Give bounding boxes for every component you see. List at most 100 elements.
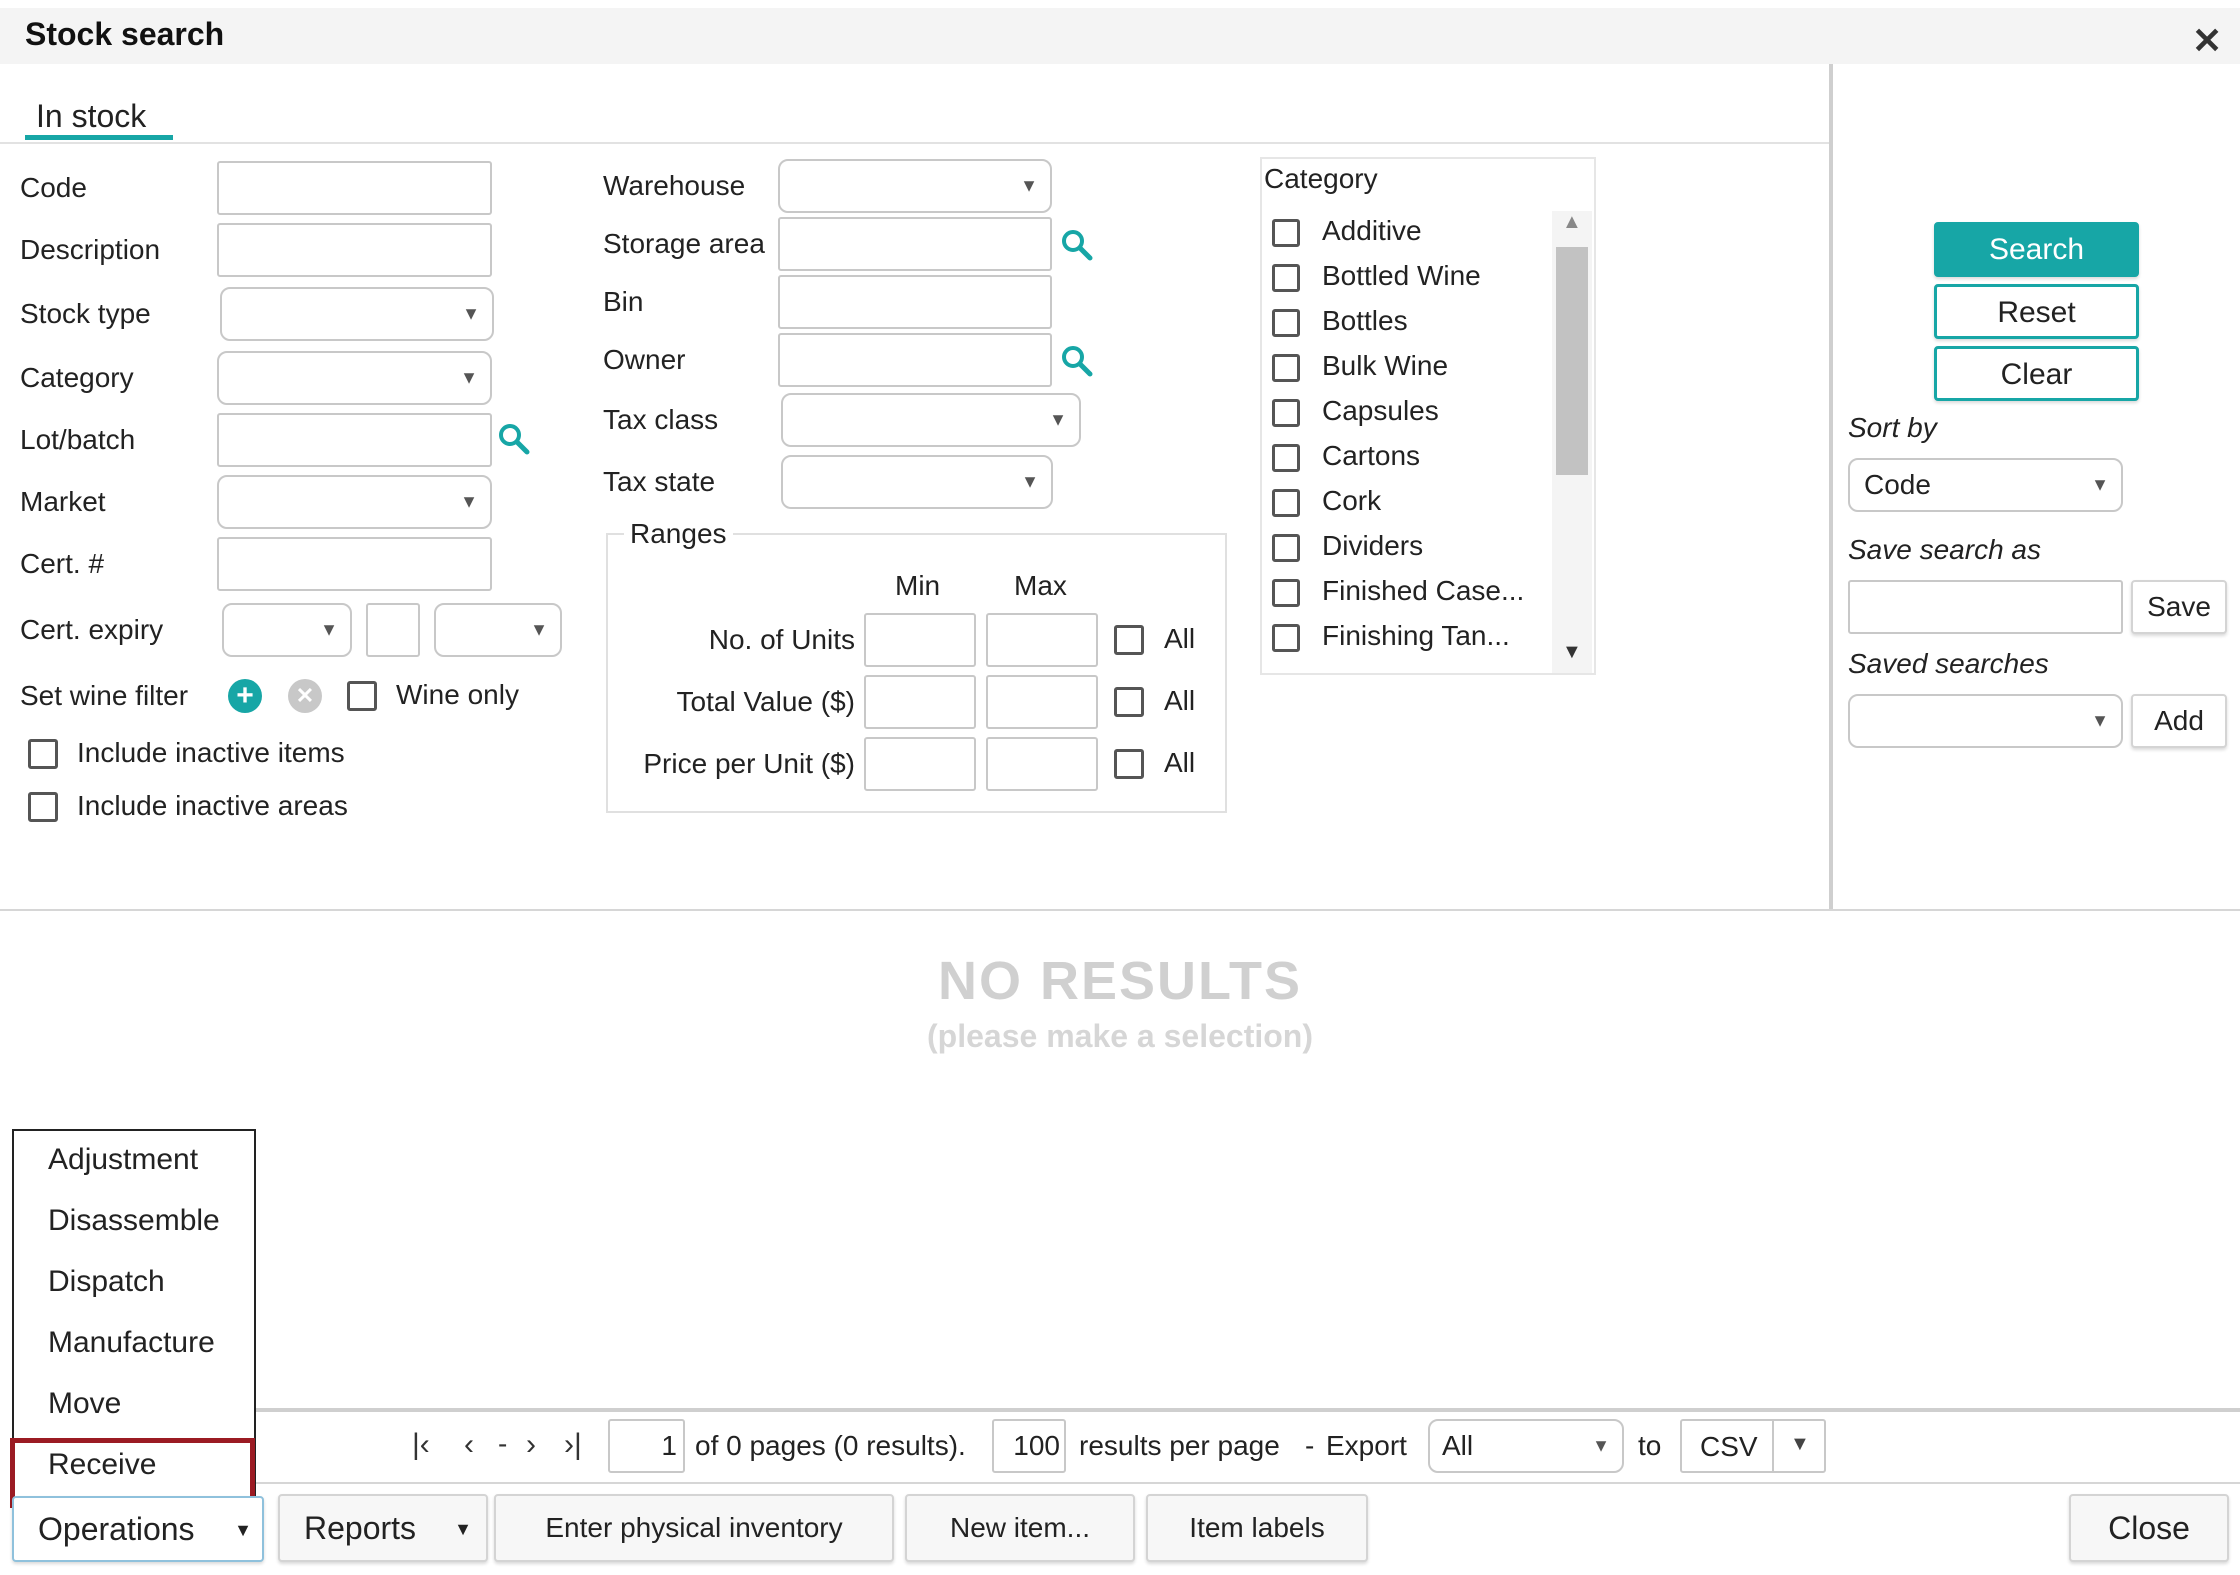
wine-only-checkbox[interactable] bbox=[347, 681, 377, 711]
operations-menu-item[interactable]: Disassemble bbox=[48, 1204, 220, 1238]
dropdown-arrow-icon: ▼ bbox=[460, 491, 478, 512]
total-value-all-label: All bbox=[1164, 685, 1196, 716]
tax-class-select[interactable]: ▼ bbox=[781, 393, 1081, 447]
item-labels-button[interactable]: Item labels bbox=[1146, 1494, 1368, 1562]
category-scrollbar[interactable]: ▲ ▼ bbox=[1552, 211, 1592, 673]
units-max-input[interactable] bbox=[986, 613, 1098, 667]
close-button[interactable]: Close bbox=[2069, 1494, 2229, 1562]
tab-in-stock[interactable]: In stock bbox=[36, 98, 146, 135]
clear-button[interactable]: Clear bbox=[1934, 346, 2139, 401]
save-search-input[interactable] bbox=[1848, 580, 2123, 634]
operations-menu-item[interactable]: Manufacture bbox=[48, 1326, 215, 1360]
export-label: Export bbox=[1326, 1430, 1407, 1461]
category-checkbox[interactable] bbox=[1272, 489, 1300, 517]
prev-page-icon[interactable]: ‹ bbox=[464, 1428, 474, 1462]
category-item[interactable]: Bottled Wine bbox=[1270, 256, 1560, 301]
reports-button[interactable]: Reports ▼ bbox=[278, 1494, 488, 1562]
units-all-checkbox[interactable] bbox=[1114, 625, 1144, 655]
scroll-down-icon[interactable]: ▼ bbox=[1562, 641, 1582, 664]
clear-filter-icon[interactable]: ✕ bbox=[288, 679, 322, 713]
category-checkbox[interactable] bbox=[1272, 624, 1300, 652]
new-item-button[interactable]: New item... bbox=[905, 1494, 1135, 1562]
category-checkbox[interactable] bbox=[1272, 579, 1300, 607]
chevron-down-icon[interactable]: ▼ bbox=[1790, 1433, 1810, 1456]
category-item[interactable]: Cork bbox=[1270, 481, 1560, 526]
export-format-select[interactable]: CSV ▼ bbox=[1680, 1419, 1826, 1473]
category-checkbox[interactable] bbox=[1272, 354, 1300, 382]
export-scope-select[interactable]: All ▼ bbox=[1428, 1419, 1624, 1473]
tax-state-select[interactable]: ▼ bbox=[781, 455, 1053, 509]
footer-top-border bbox=[255, 1482, 2240, 1484]
category-item-label: Dividers bbox=[1322, 530, 1424, 561]
category-item[interactable]: Additive bbox=[1270, 211, 1560, 256]
close-icon[interactable]: ✕ bbox=[2192, 20, 2222, 62]
tab-divider bbox=[0, 142, 1830, 144]
bin-input[interactable] bbox=[778, 275, 1052, 329]
sort-by-label: Sort by bbox=[1848, 412, 1937, 443]
ranges-title: Ranges bbox=[624, 518, 733, 550]
description-input[interactable] bbox=[217, 223, 492, 277]
search-icon[interactable] bbox=[1060, 228, 1094, 262]
category-checkbox[interactable] bbox=[1272, 399, 1300, 427]
code-input[interactable] bbox=[217, 161, 492, 215]
category-checkbox[interactable] bbox=[1272, 444, 1300, 472]
last-page-icon[interactable]: ›| bbox=[564, 1428, 582, 1462]
category-item[interactable]: Bottles bbox=[1270, 301, 1560, 346]
category-item[interactable]: Finished Case... bbox=[1270, 571, 1560, 616]
total-value-min-input[interactable] bbox=[864, 675, 976, 729]
owner-input[interactable] bbox=[778, 333, 1052, 387]
of-pages-text: of 0 pages (0 results). bbox=[695, 1430, 966, 1461]
category-checkbox[interactable] bbox=[1272, 219, 1300, 247]
warehouse-select[interactable]: ▼ bbox=[778, 159, 1052, 213]
include-inactive-items-checkbox[interactable] bbox=[28, 739, 58, 769]
add-button[interactable]: Add bbox=[2131, 694, 2227, 748]
save-button[interactable]: Save bbox=[2131, 580, 2227, 634]
sort-by-select[interactable]: Code ▼ bbox=[1848, 458, 2123, 512]
saved-searches-select[interactable]: ▼ bbox=[1848, 694, 2123, 748]
category-checkbox[interactable] bbox=[1272, 264, 1300, 292]
category-item[interactable]: Finishing Tan... bbox=[1270, 616, 1560, 661]
category-item[interactable]: Bulk Wine bbox=[1270, 346, 1560, 391]
lot-batch-input[interactable] bbox=[217, 413, 492, 467]
cert-expiry-day-input[interactable] bbox=[366, 603, 420, 657]
market-label: Market bbox=[20, 486, 106, 517]
search-button[interactable]: Search bbox=[1934, 222, 2139, 277]
total-value-max-input[interactable] bbox=[986, 675, 1098, 729]
category-item[interactable]: Cartons bbox=[1270, 436, 1560, 481]
operations-menu-item[interactable]: Dispatch bbox=[48, 1265, 165, 1299]
include-inactive-areas-checkbox[interactable] bbox=[28, 792, 58, 822]
market-select[interactable]: ▼ bbox=[217, 475, 492, 529]
per-page-value: 100 bbox=[1013, 1430, 1060, 1461]
category-item[interactable]: Capsules bbox=[1270, 391, 1560, 436]
total-value-all-checkbox[interactable] bbox=[1114, 687, 1144, 717]
search-icon[interactable] bbox=[497, 422, 531, 456]
operations-button[interactable]: Operations ▼ bbox=[12, 1496, 264, 1562]
per-page-input[interactable]: 100 bbox=[992, 1419, 1066, 1473]
scroll-up-icon[interactable]: ▲ bbox=[1562, 211, 1582, 234]
operations-menu-item[interactable]: Move bbox=[48, 1387, 121, 1421]
saved-searches-label: Saved searches bbox=[1848, 648, 2049, 679]
cert-expiry-month-select[interactable]: ▼ bbox=[222, 603, 352, 657]
operations-menu-item[interactable]: Adjustment bbox=[48, 1143, 198, 1177]
next-page-icon[interactable]: › bbox=[526, 1428, 536, 1462]
storage-area-input[interactable] bbox=[778, 217, 1052, 271]
units-min-input[interactable] bbox=[864, 613, 976, 667]
dropdown-arrow-icon: ▼ bbox=[460, 367, 478, 388]
first-page-icon[interactable]: |‹ bbox=[412, 1428, 430, 1462]
search-icon[interactable] bbox=[1060, 344, 1094, 378]
stock-type-select[interactable]: ▼ bbox=[220, 287, 494, 341]
scrollbar-thumb[interactable] bbox=[1556, 247, 1588, 475]
category-checkbox[interactable] bbox=[1272, 534, 1300, 562]
price-all-checkbox[interactable] bbox=[1114, 749, 1144, 779]
price-max-input[interactable] bbox=[986, 737, 1098, 791]
cert-expiry-year-select[interactable]: ▼ bbox=[434, 603, 562, 657]
enter-physical-inventory-button[interactable]: Enter physical inventory bbox=[494, 1494, 894, 1562]
category-select[interactable]: ▼ bbox=[217, 351, 492, 405]
reset-button[interactable]: Reset bbox=[1934, 284, 2139, 339]
category-checkbox[interactable] bbox=[1272, 309, 1300, 337]
page-number-input[interactable]: 1 bbox=[608, 1419, 685, 1473]
add-filter-icon[interactable]: + bbox=[228, 679, 262, 713]
price-min-input[interactable] bbox=[864, 737, 976, 791]
cert-no-input[interactable] bbox=[217, 537, 492, 591]
category-item[interactable]: Dividers bbox=[1270, 526, 1560, 571]
